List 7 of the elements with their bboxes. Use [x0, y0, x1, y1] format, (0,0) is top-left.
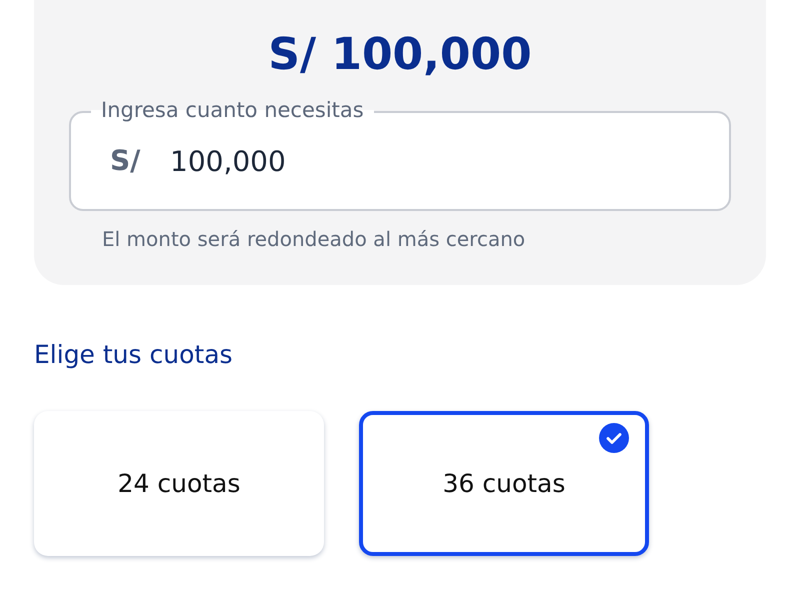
check-icon	[599, 423, 629, 453]
installment-option[interactable]: 24 cuotas	[34, 411, 324, 556]
amount-display: S/ 100,000	[268, 28, 532, 82]
helper-text: El monto será redondeado al más cercano	[102, 226, 526, 253]
currency-prefix: S/	[110, 144, 140, 178]
installment-option[interactable]: 36 cuotas	[359, 411, 649, 556]
section-heading: Elige tus cuotas	[34, 340, 233, 370]
